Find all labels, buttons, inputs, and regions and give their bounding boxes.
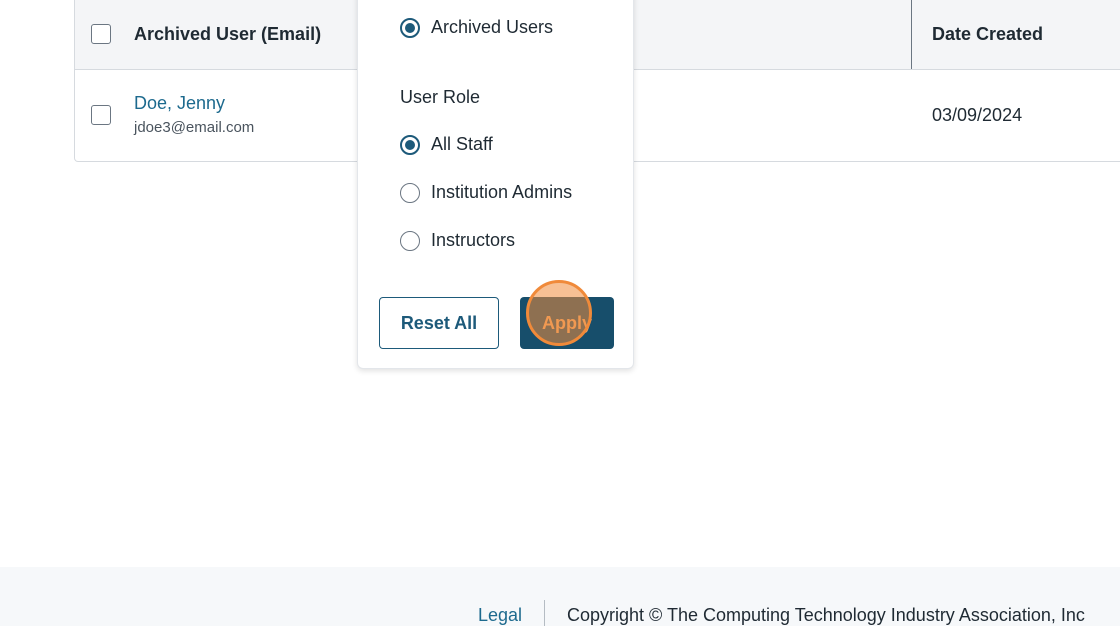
- footer-divider: [544, 600, 545, 626]
- select-all-checkbox[interactable]: [91, 24, 111, 44]
- radio-archived-users[interactable]: [400, 18, 420, 38]
- filter-dropdown: Archived Users User Role All Staff Insti…: [357, 0, 634, 369]
- copyright-text: Copyright © The Computing Technology Ind…: [567, 605, 1085, 625]
- radio-label-archived-users[interactable]: Archived Users: [431, 16, 553, 38]
- column-divider: [911, 0, 912, 69]
- page: Archived User (Email) Date Created Doe, …: [0, 0, 1120, 626]
- radio-institution-admins[interactable]: [400, 183, 420, 203]
- user-role-label: User Role: [400, 87, 481, 107]
- legal-link[interactable]: Legal: [478, 604, 522, 626]
- date-created-value: 03/09/2024: [932, 105, 1023, 125]
- radio-instructors[interactable]: [400, 231, 420, 251]
- row-checkbox[interactable]: [91, 105, 111, 125]
- reset-all-button[interactable]: Reset All: [379, 297, 499, 349]
- user-name-link[interactable]: Doe, Jenny: [134, 92, 225, 114]
- user-email: jdoe3@email.com: [134, 119, 255, 136]
- radio-label-all-staff[interactable]: All Staff: [431, 133, 493, 155]
- radio-label-institution-admins[interactable]: Institution Admins: [431, 181, 572, 203]
- radio-label-instructors[interactable]: Instructors: [431, 229, 515, 251]
- column-header-date-created[interactable]: Date Created: [932, 23, 1043, 45]
- apply-button[interactable]: Apply: [520, 297, 614, 349]
- radio-all-staff[interactable]: [400, 135, 420, 155]
- column-header-user[interactable]: Archived User (Email): [134, 23, 321, 45]
